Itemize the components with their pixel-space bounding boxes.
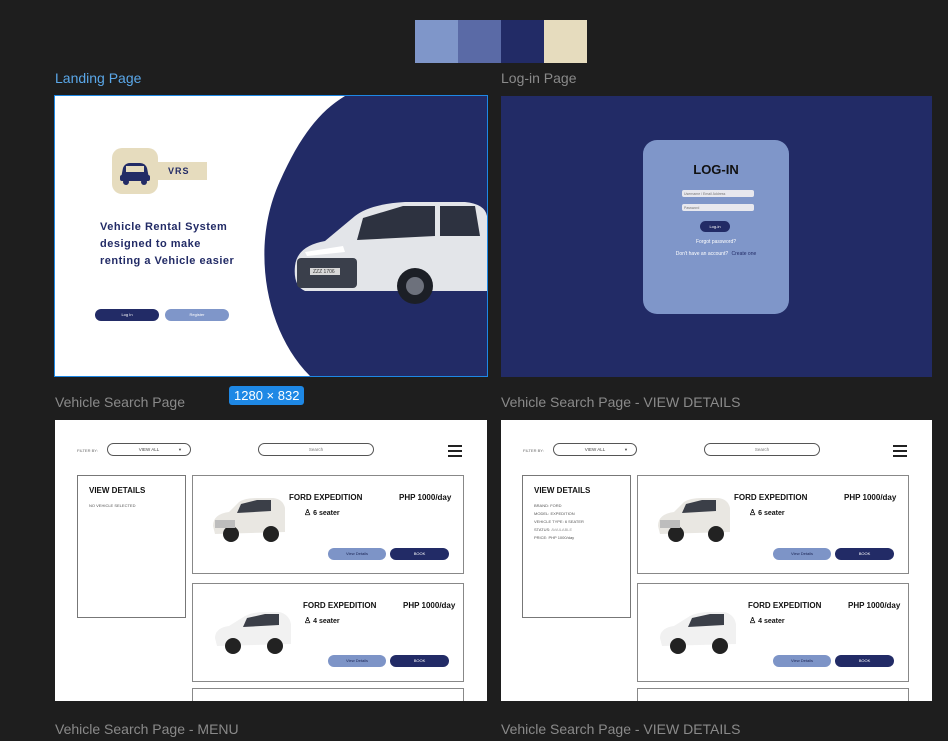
landing-register-button[interactable]: Register	[165, 309, 229, 321]
palette-swatch-3[interactable]	[501, 20, 544, 63]
vehicle-price: PHP 1000/day	[844, 493, 897, 502]
frame-label-search-details[interactable]: Vehicle Search Page - VIEW DETAILS	[501, 394, 740, 410]
details-panel	[522, 475, 631, 618]
seat-row: ♙ 6 seater	[304, 508, 340, 517]
vehicle-name: FORD EXPEDITION	[303, 601, 377, 610]
vrs-key-logo-icon	[112, 148, 207, 194]
vehicle-image	[658, 498, 730, 542]
seat-count: 4 seater	[758, 618, 785, 625]
search-input[interactable]: Search	[704, 443, 820, 456]
seat-row: ♙ 6 seater	[749, 508, 785, 517]
vehicle-name: FORD EXPEDITION	[748, 601, 822, 610]
create-account-link[interactable]: Create one	[732, 251, 757, 257]
no-account-text: Don't have an account?	[675, 251, 729, 257]
status-label: STATUS:	[534, 527, 551, 532]
book-button[interactable]: BOOK	[390, 548, 449, 560]
filter-label: FILTER BY:	[523, 448, 544, 453]
vehicle-card[interactable]	[637, 688, 909, 701]
person-icon: ♙	[304, 616, 312, 625]
search-frame[interactable]: FILTER BY: VIEW ALL ▼ Search VIEW DETAIL…	[55, 420, 487, 701]
vehicle-image	[213, 498, 285, 542]
hamburger-menu-icon[interactable]	[448, 445, 462, 460]
seat-row: ♙ 4 seater	[749, 616, 785, 625]
username-field[interactable]	[682, 190, 754, 197]
landing-frame[interactable]: VRS Vehicle Rental System designed to ma…	[54, 95, 488, 377]
palette-swatch-2[interactable]	[458, 20, 501, 63]
hamburger-menu-icon[interactable]	[893, 445, 907, 460]
view-details-button[interactable]: View Details	[328, 655, 386, 667]
details-title: VIEW DETAILS	[89, 486, 146, 495]
details-panel	[77, 475, 186, 618]
status-value: AVAILABLE	[551, 527, 573, 532]
filter-select[interactable]: VIEW ALL ▼	[553, 443, 637, 456]
tagline-line-3: renting a Vehicle easier	[100, 255, 235, 267]
logo-text: VRS	[168, 166, 190, 176]
frame-label-details-bottom[interactable]: Vehicle Search Page - VIEW DETAILS	[501, 721, 740, 737]
filter-label: FILTER BY:	[77, 448, 98, 453]
person-icon: ♙	[304, 508, 312, 517]
size-badge: 1280 × 832	[229, 386, 305, 405]
license-plate: ZZZ 1706	[313, 269, 335, 275]
landing-login-button[interactable]: Log In	[95, 309, 159, 321]
book-button[interactable]: BOOK	[835, 655, 894, 667]
chevron-down-icon: ▼	[178, 447, 182, 452]
vehicle-name: FORD EXPEDITION	[289, 493, 363, 502]
book-button[interactable]: BOOK	[835, 548, 894, 560]
vehicle-image	[215, 612, 291, 654]
search-input[interactable]: Search	[258, 443, 374, 456]
detail-price: PRICE: PHP 1000/day	[534, 535, 575, 540]
vehicle-image	[660, 612, 736, 654]
forgot-password-link[interactable]: Forgot password?	[643, 239, 789, 245]
no-vehicle-text: NO VEHICLE SELECTED	[89, 503, 136, 508]
filter-value: VIEW ALL	[138, 447, 160, 452]
seat-count: 4 seater	[313, 618, 340, 625]
view-details-button[interactable]: View Details	[773, 548, 831, 560]
details-title: VIEW DETAILS	[534, 486, 591, 495]
vehicle-price: PHP 1000/day	[399, 493, 452, 502]
person-icon: ♙	[749, 616, 757, 625]
frame-label-landing[interactable]: Landing Page	[55, 70, 141, 86]
tagline-line-2: designed to make	[100, 238, 201, 250]
book-button[interactable]: BOOK	[390, 655, 449, 667]
palette-swatch-1[interactable]	[415, 20, 458, 63]
view-details-button[interactable]: View Details	[773, 655, 831, 667]
person-icon: ♙	[749, 508, 757, 517]
login-frame[interactable]: LOG-IN Log-in Forgot password? Don't hav…	[501, 96, 932, 377]
password-field[interactable]	[682, 204, 754, 211]
seat-row: ♙ 4 seater	[304, 616, 340, 625]
filter-value: VIEW ALL	[584, 447, 606, 452]
vehicle-price: PHP 1000/day	[403, 601, 456, 610]
suv-image	[294, 202, 487, 304]
tagline-line-1: Vehicle Rental System	[100, 221, 228, 233]
frame-label-login[interactable]: Log-in Page	[501, 70, 577, 86]
vehicle-price: PHP 1000/day	[848, 601, 901, 610]
view-details-button[interactable]: View Details	[328, 548, 386, 560]
frame-label-search[interactable]: Vehicle Search Page	[55, 394, 185, 410]
seat-count: 6 seater	[758, 510, 785, 517]
frame-label-menu[interactable]: Vehicle Search Page - MENU	[55, 721, 239, 737]
login-submit-button[interactable]: Log-in	[700, 221, 730, 232]
palette-swatch-4[interactable]	[544, 20, 587, 63]
vehicle-name: FORD EXPEDITION	[734, 493, 808, 502]
seat-count: 6 seater	[313, 510, 340, 517]
chevron-down-icon: ▼	[624, 447, 628, 452]
details-frame[interactable]: FILTER BY: VIEW ALL ▼ Search VIEW DETAIL…	[501, 420, 932, 701]
vehicle-card[interactable]	[192, 688, 464, 701]
create-account-row: Don't have an account? Create one	[643, 251, 789, 257]
login-title: LOG-IN	[693, 162, 739, 177]
filter-select[interactable]: VIEW ALL ▼	[107, 443, 191, 456]
